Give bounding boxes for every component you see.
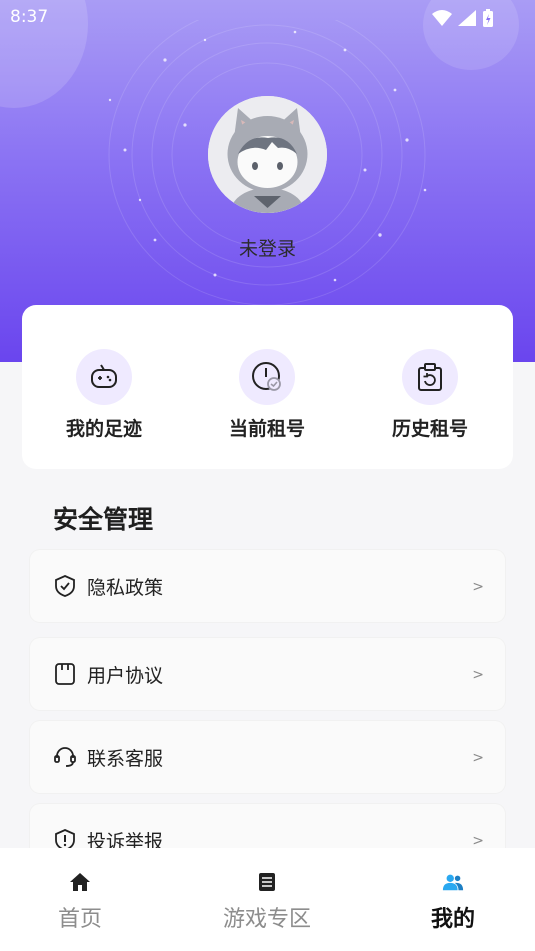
avatar[interactable]: [208, 96, 327, 213]
chevron-right-icon: >: [472, 833, 484, 849]
battery-icon: [483, 9, 493, 27]
shield-check-icon: [55, 575, 75, 597]
quick-action-label: 当前租号: [228, 418, 305, 440]
signal-icon: [458, 10, 476, 26]
tab-label: 首页: [57, 907, 102, 932]
quick-icon-circle: [76, 349, 132, 405]
menu-item-label: 联系客服: [87, 748, 164, 770]
chevron-right-icon: >: [472, 579, 484, 595]
chevron-right-icon: >: [472, 667, 484, 683]
document-icon: [55, 663, 75, 685]
tab-mine[interactable]: 我的: [393, 848, 513, 951]
cat-hood-avatar-icon: [208, 96, 327, 213]
tab-label: 我的: [430, 907, 475, 932]
status-time: 8:37: [10, 7, 49, 27]
bottom-tab-bar: 首页 游戏专区 我的: [0, 848, 535, 951]
clipboard-history-icon: [418, 363, 442, 391]
quick-icon-circle: [239, 349, 295, 405]
menu-item-user-agreement[interactable]: 用户协议 >: [30, 638, 505, 710]
news-icon: [259, 873, 275, 891]
quick-icon-circle: [402, 349, 458, 405]
menu-item-label: 用户协议: [87, 665, 164, 687]
quick-action-history-rental[interactable]: 历史租号: [370, 349, 490, 441]
user-group-icon: [442, 874, 464, 891]
login-status-text[interactable]: 未登录: [0, 234, 535, 261]
home-icon: [70, 873, 90, 891]
tab-label: 游戏专区: [222, 907, 311, 932]
status-bar: 8:37: [0, 0, 535, 36]
tab-home[interactable]: 首页: [15, 848, 145, 951]
tab-game-zone[interactable]: 游戏专区: [192, 848, 342, 951]
menu-item-privacy-policy[interactable]: 隐私政策 >: [30, 550, 505, 622]
section-title: 安全管理: [53, 505, 154, 534]
quick-action-label: 历史租号: [391, 418, 468, 440]
wifi-icon: [432, 10, 452, 26]
quick-action-current-rental[interactable]: 当前租号: [207, 349, 327, 441]
quick-actions-card: 我的足迹 当前租号 历史租号: [22, 305, 513, 469]
menu-item-customer-service[interactable]: 联系客服 >: [30, 721, 505, 793]
status-icons: [431, 8, 495, 28]
quick-action-footprint[interactable]: 我的足迹: [44, 349, 164, 441]
clock-check-icon: [252, 362, 281, 391]
quick-action-label: 我的足迹: [65, 418, 142, 440]
chevron-right-icon: >: [472, 750, 484, 766]
headset-icon: [54, 747, 76, 767]
menu-item-label: 隐私政策: [87, 577, 164, 599]
gamepad-icon: [91, 364, 117, 388]
